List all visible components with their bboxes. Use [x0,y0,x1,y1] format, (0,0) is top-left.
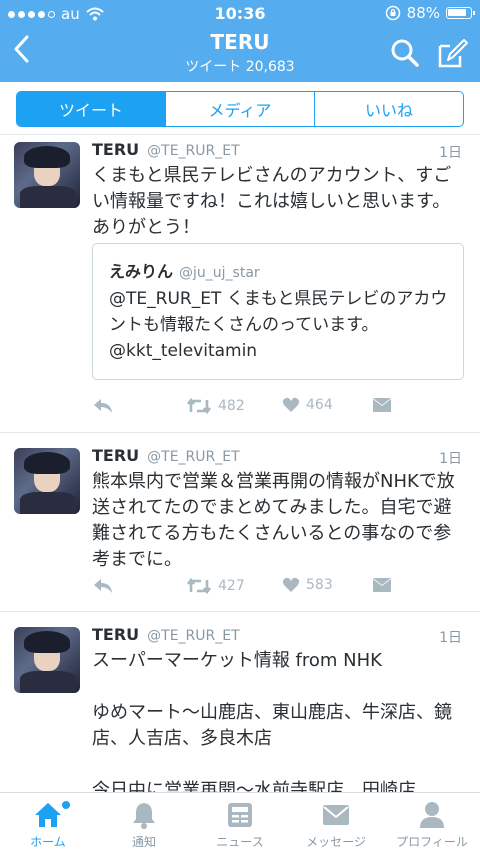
envelope-icon [373,578,391,592]
dm-button[interactable] [372,577,392,593]
dm-button[interactable] [372,397,392,413]
tab-messages-label: メッセージ [306,835,366,849]
news-icon [228,803,252,827]
envelope-icon [373,398,391,412]
like-count: 464 [306,397,333,413]
home-icon [35,803,61,827]
retweet-button[interactable]: 482 [186,397,245,415]
tab-tweets[interactable]: ツイート [17,92,165,126]
retweet-count: 482 [218,398,245,414]
tweet-item[interactable]: TERU @TE_RUR_ET 1日 スーパーマーケット情報 from NHK ゆ… [0,612,480,792]
battery-fill [448,9,466,16]
tweet-item[interactable]: TERU @TE_RUR_ET 1日 熊本県内で営業＆営業再開の情報がNHKで放送… [0,433,480,612]
author-name: TERU [92,140,140,159]
tab-home-label: ホーム [30,835,66,849]
tweet-time: 1日 [439,145,462,161]
avatar[interactable] [14,627,80,693]
retweet-icon [186,397,212,415]
tweet-actions: 482 464 [92,397,468,419]
tab-profile-label: プロフィール [396,835,468,849]
quoted-tweet[interactable]: えみりん @ju_uj_star @TE_RUR_ET くまもと県民テレビのアカウ… [92,243,464,380]
notification-dot [62,801,70,809]
retweet-button[interactable]: 427 [186,577,245,595]
like-button[interactable]: 583 [282,577,333,593]
quoted-author: えみりん @ju_uj_star [109,258,260,282]
like-count: 583 [306,577,333,593]
like-button[interactable]: 464 [282,397,333,413]
tweet-text: 熊本県内で営業＆営業再開の情報がNHKで放送されてたのでまとめてみました。自宅で… [92,471,455,570]
battery-icon [446,7,475,19]
tab-messages[interactable]: メッセージ [288,799,384,850]
tweet-author[interactable]: TERU @TE_RUR_ET [92,140,240,159]
person-icon [420,802,444,828]
tweet-time: 1日 [439,630,462,646]
quoted-text: @TE_RUR_ET くまもと県民テレビのアカウントも情報たくさんのっています。… [109,289,448,361]
search-button[interactable] [390,38,420,72]
tweet-author[interactable]: TERU @TE_RUR_ET [92,446,240,465]
tab-news[interactable]: ニュース [192,799,288,850]
avatar[interactable] [14,142,80,208]
author-name: TERU [92,446,140,465]
tweet-actions: 427 583 [92,577,468,599]
reply-button[interactable] [92,397,114,415]
avatar[interactable] [14,448,80,514]
tab-likes[interactable]: いいね [314,92,463,126]
tab-notifications-label: 通知 [131,835,156,849]
bell-icon [133,803,155,829]
author-name: TERU [92,625,140,644]
reply-icon [94,399,112,413]
tab-media[interactable]: メディア [165,92,314,126]
tweet-time: 1日 [439,451,462,467]
orientation-lock-icon [385,5,400,21]
battery-percent: 88% [406,4,440,22]
tab-bar: ホーム 通知 ニュース メッセージ プロフィール [0,792,480,854]
compose-button[interactable] [436,38,468,74]
tab-news-label: ニュース [216,835,264,849]
tweet-text: スーパーマーケット情報 from NHK ゆめマート〜山鹿店、東山鹿店、牛深店、… [92,650,452,792]
author-handle: @TE_RUR_ET [147,628,240,644]
status-bar: au 10:36 88% [0,0,480,26]
quoted-name: えみりん [109,262,174,281]
tweet-item[interactable]: TERU @TE_RUR_ET 1日 くまもと県民テレビさんのアカウント、すごい情… [0,135,480,433]
reply-button[interactable] [92,577,114,595]
author-handle: @TE_RUR_ET [147,449,240,465]
tab-notifications[interactable]: 通知 [96,799,192,850]
heart-icon [282,397,300,412]
compose-icon [438,39,468,68]
tweet-author[interactable]: TERU @TE_RUR_ET [92,625,240,644]
segmented-control: ツイート メディア いいね [16,91,464,127]
tweet-text: くまもと県民テレビさんのアカウント、すごい情報量ですね！これは嬉しいと思います。… [92,165,452,238]
envelope-icon [323,805,349,825]
heart-icon [282,577,300,592]
search-icon [391,39,419,67]
reply-icon [94,579,112,593]
retweet-icon [186,577,212,595]
retweet-count: 427 [218,578,245,594]
tab-home[interactable]: ホーム [0,799,96,850]
status-right: 88% [385,4,475,22]
tab-profile[interactable]: プロフィール [384,799,480,850]
author-handle: @TE_RUR_ET [147,143,240,159]
nav-bar: TERU ツイート 20,683 [0,26,480,82]
segment-bar: ツイート メディア いいね [0,82,480,135]
quoted-handle: @ju_uj_star [179,265,260,281]
